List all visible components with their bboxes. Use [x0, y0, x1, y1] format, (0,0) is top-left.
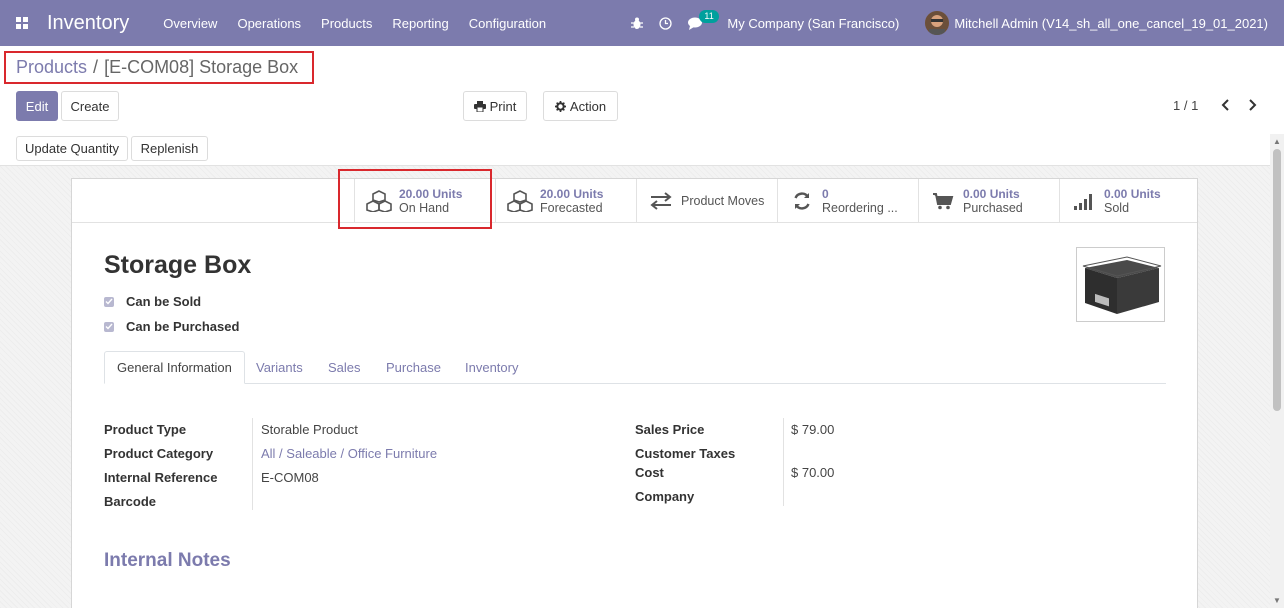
field-separator — [783, 418, 784, 506]
menu-item-configuration[interactable]: Configuration — [469, 16, 546, 31]
can-be-sold-label: Can be Sold — [126, 294, 202, 309]
on-hand-smart-button[interactable]: 20.00 Units On Hand — [354, 179, 495, 222]
field-separator — [252, 418, 253, 510]
signal-bars-icon — [1070, 187, 1098, 215]
scroll-up-icon[interactable]: ▲ — [1273, 137, 1281, 146]
customer-taxes-label: Customer Taxes — [635, 446, 736, 461]
forecasted-value: 20.00 Units — [540, 186, 604, 201]
action-button[interactable]: Action — [543, 91, 618, 121]
reordering-value: 0 — [822, 186, 829, 201]
company-switcher[interactable]: My Company (San Francisco) — [727, 16, 899, 31]
edit-button[interactable]: Edit — [16, 91, 58, 121]
on-hand-label: On Hand — [399, 200, 450, 215]
forecasted-smart-button[interactable]: 20.00 Units Forecasted — [495, 179, 636, 222]
pager-previous-icon[interactable] — [1221, 98, 1230, 114]
product-category-label: Product Category — [104, 446, 214, 461]
user-menu[interactable]: Mitchell Admin (V14_sh_all_one_cancel_19… — [954, 16, 1268, 31]
pager-next-icon[interactable] — [1248, 98, 1257, 114]
pager-value[interactable]: 1 / 1 — [1173, 98, 1198, 113]
clock-icon[interactable] — [659, 16, 673, 30]
cost-label: Cost — [635, 465, 664, 480]
tab-variants[interactable]: Variants — [256, 351, 303, 384]
cubes-icon — [506, 187, 534, 215]
on-hand-value: 20.00 Units — [399, 186, 463, 201]
can-be-purchased-checkbox[interactable] — [104, 321, 114, 332]
internal-reference-field[interactable]: E-COM08 — [261, 470, 319, 485]
internal-reference-label: Internal Reference — [104, 470, 218, 485]
forecasted-label: Forecasted — [540, 200, 603, 215]
sold-value: 0.00 Units — [1104, 186, 1161, 201]
smart-button-box: 20.00 Units On Hand 20.00 Units Forecast… — [72, 179, 1197, 223]
product-moves-label: Product Moves — [681, 193, 765, 208]
breadcrumb-current: [E-COM08] Storage Box — [104, 57, 299, 77]
tab-purchase[interactable]: Purchase — [386, 351, 441, 384]
sold-label: Sold — [1104, 200, 1130, 215]
menu-item-overview[interactable]: Overview — [163, 16, 217, 31]
can-be-purchased-row: Can be Purchased — [104, 319, 239, 334]
notebook-tabs: General Information Variants Sales Purch… — [104, 351, 1166, 384]
product-name[interactable]: Storage Box — [104, 251, 251, 280]
breadcrumb: Products / [E-COM08] Storage Box — [4, 51, 314, 84]
scrollbar-thumb[interactable] — [1273, 149, 1281, 411]
messages-icon[interactable]: 11 — [688, 9, 719, 30]
cubes-icon — [365, 187, 393, 215]
messages-count-badge: 11 — [699, 9, 719, 23]
bug-icon[interactable] — [631, 17, 644, 30]
action-label: Action — [569, 98, 607, 114]
apps-menu-icon[interactable] — [0, 0, 44, 46]
main-menu: Overview Operations Products Reporting C… — [163, 16, 566, 31]
product-image[interactable] — [1076, 247, 1165, 322]
sold-smart-button[interactable]: 0.00 Units Sold — [1059, 179, 1200, 222]
app-title[interactable]: Inventory — [47, 12, 129, 35]
update-quantity-button[interactable]: Update Quantity — [16, 136, 128, 161]
purchased-value: 0.00 Units — [963, 186, 1020, 201]
product-type-label: Product Type — [104, 422, 187, 437]
tab-sales[interactable]: Sales — [328, 351, 361, 384]
cost-field[interactable]: $ 70.00 — [791, 465, 834, 480]
form-sheet: 20.00 Units On Hand 20.00 Units Forecast… — [71, 178, 1198, 608]
create-button[interactable]: Create — [61, 91, 119, 121]
menu-item-operations[interactable]: Operations — [237, 16, 301, 31]
print-icon — [473, 100, 486, 112]
reordering-label: Reordering ... — [822, 200, 898, 215]
can-be-sold-checkbox[interactable] — [104, 296, 114, 307]
top-navbar: Inventory Overview Operations Products R… — [0, 0, 1284, 46]
can-be-sold-row: Can be Sold — [104, 294, 201, 309]
breadcrumb-products-link[interactable]: Products — [16, 57, 87, 78]
sales-price-label: Sales Price — [635, 422, 705, 437]
print-button[interactable]: Print — [463, 91, 527, 121]
refresh-icon — [788, 187, 816, 215]
menu-item-reporting[interactable]: Reporting — [392, 16, 448, 31]
print-label: Print — [489, 98, 517, 114]
tab-general-information[interactable]: General Information — [104, 351, 245, 384]
company-label: Company — [635, 489, 695, 504]
product-type-field[interactable]: Storable Product — [261, 422, 358, 437]
gear-icon — [554, 100, 566, 112]
barcode-label: Barcode — [104, 494, 157, 509]
internal-notes-title: Internal Notes — [104, 550, 231, 571]
reordering-smart-button[interactable]: 0 Reordering ... — [777, 179, 918, 222]
product-moves-smart-button[interactable]: Product Moves — [636, 179, 777, 222]
purchased-smart-button[interactable]: 0.00 Units Purchased — [918, 179, 1059, 222]
product-category-link[interactable]: All / Saleable / Office Furniture — [261, 446, 437, 461]
breadcrumb-separator: / — [93, 57, 99, 77]
vertical-scrollbar[interactable]: ▲ ▼ — [1270, 134, 1284, 608]
can-be-purchased-label: Can be Purchased — [126, 319, 240, 334]
tab-inventory[interactable]: Inventory — [465, 351, 518, 384]
menu-item-products[interactable]: Products — [321, 16, 372, 31]
shopping-cart-icon — [929, 187, 957, 215]
sales-price-field[interactable]: $ 79.00 — [791, 422, 834, 437]
scroll-down-icon[interactable]: ▼ — [1273, 596, 1281, 605]
systray: 11 My Company (San Francisco) Mitchell A… — [631, 0, 1284, 46]
purchased-label: Purchased — [963, 200, 1023, 215]
exchange-icon — [647, 187, 675, 215]
user-avatar[interactable] — [925, 11, 950, 35]
replenish-button[interactable]: Replenish — [131, 136, 208, 161]
